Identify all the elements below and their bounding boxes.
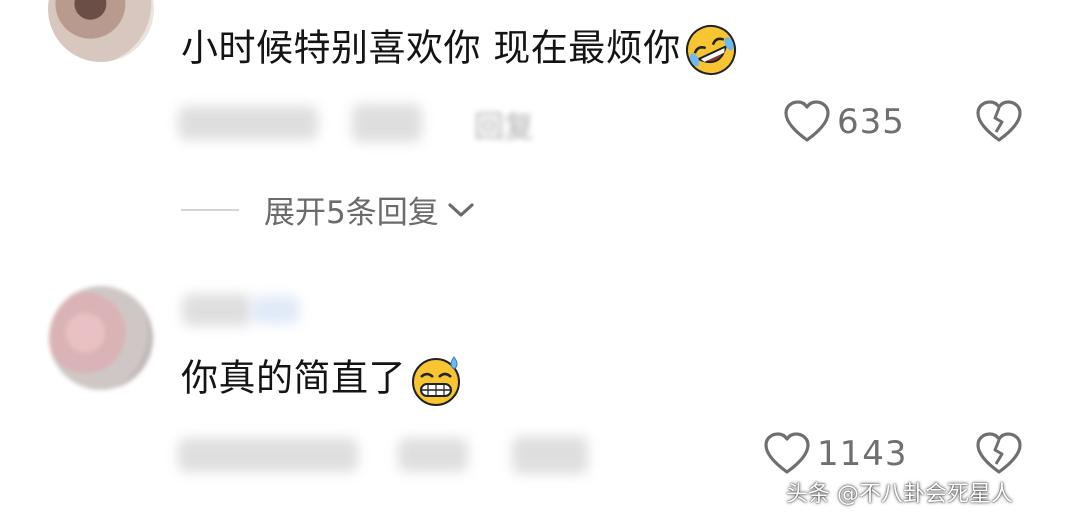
blurred-timestamp <box>178 438 358 472</box>
rolling-on-floor-laughing-emoji <box>683 22 739 78</box>
expand-replies-button[interactable]: 展开5条回复 <box>264 187 475 232</box>
expand-replies-label: 展开5条回复 <box>264 195 439 231</box>
blurred-location <box>398 438 468 472</box>
chevron-down-icon <box>447 200 475 220</box>
heart-outline-icon <box>763 432 811 476</box>
broken-heart-icon[interactable] <box>975 100 1023 144</box>
like-count: 1143 <box>817 434 908 474</box>
comment-text: 你真的简直了 <box>181 352 464 408</box>
grinning-sweat-emoji <box>408 352 464 408</box>
avatar[interactable] <box>48 0 154 62</box>
blurred-username <box>182 294 252 326</box>
blurred-timestamp <box>178 106 318 140</box>
avatar[interactable] <box>49 286 153 390</box>
comment-text: 小时候特别喜欢你 现在最烦你 <box>181 22 739 78</box>
reply-button[interactable] <box>512 436 588 474</box>
like-count: 635 <box>837 102 905 142</box>
blurred-user-badge <box>252 296 300 324</box>
broken-heart-icon[interactable] <box>975 432 1023 476</box>
watermark: 头条 @不八卦会死星人 <box>786 482 1013 507</box>
divider <box>181 209 239 211</box>
reply-button[interactable]: 回复 <box>474 102 534 146</box>
like-button[interactable]: 1143 <box>763 432 908 476</box>
heart-outline-icon <box>783 100 831 144</box>
blurred-location <box>352 104 422 142</box>
like-button[interactable]: 635 <box>783 100 905 144</box>
